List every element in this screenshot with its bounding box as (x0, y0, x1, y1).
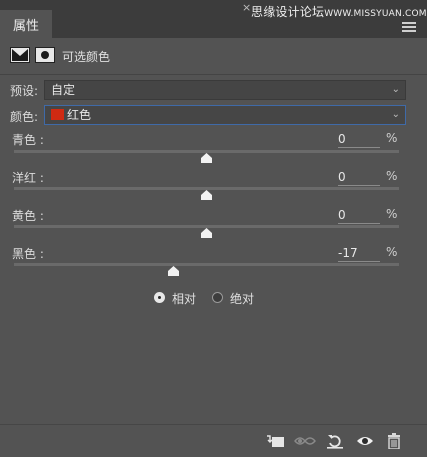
selective-color-adjustment-icon[interactable] (10, 47, 30, 63)
cyan-percent: % (386, 131, 398, 145)
preset-select[interactable]: 自定 ⌄ (44, 80, 406, 100)
panel-titlebar: 属性 × 思缘设计论坛WWW.MISSYUAN.COM (0, 0, 427, 38)
properties-header: 可选颜色 (0, 38, 427, 75)
reset-icon[interactable] (326, 433, 344, 449)
panel-footer (0, 424, 427, 457)
cyan-slider-thumb[interactable] (201, 152, 212, 163)
relative-radio[interactable] (154, 292, 165, 303)
magenta-slider-thumb[interactable] (201, 189, 212, 200)
clip-to-layer-icon[interactable] (266, 433, 284, 449)
yellow-value-input[interactable]: 0 (338, 207, 380, 224)
relative-label[interactable]: 相对 (172, 290, 196, 307)
chevron-down-icon: ⌄ (391, 109, 400, 120)
yellow-percent: % (386, 207, 398, 221)
watermark-site: WWW.MISSYUAN.COM (324, 9, 427, 19)
trash-icon[interactable] (386, 433, 404, 450)
tab-properties[interactable]: 属性 (0, 10, 52, 38)
black-percent: % (386, 245, 398, 259)
layer-mask-icon[interactable] (35, 47, 55, 63)
watermark-main: 思缘设计论坛 (251, 5, 325, 19)
colors-value: 红色 (67, 108, 92, 122)
color-swatch (51, 109, 64, 120)
colors-select[interactable]: 红色 ⌄ (44, 105, 406, 125)
black-value-input[interactable]: -17 (338, 245, 380, 262)
panel-menu-icon[interactable] (402, 22, 416, 32)
magenta-value-input[interactable]: 0 (338, 169, 380, 186)
yellow-slider-thumb[interactable] (201, 227, 212, 238)
colors-label: 颜色: (10, 110, 39, 124)
absolute-radio[interactable] (212, 292, 223, 303)
magenta-percent: % (386, 169, 398, 183)
cyan-value-input[interactable]: 0 (338, 131, 380, 148)
magenta-label: 洋红 : (12, 171, 44, 185)
cyan-label: 青色 : (12, 133, 44, 147)
preset-label: 预设: (10, 84, 39, 98)
chevron-down-icon: ⌄ (391, 84, 400, 95)
method-radio-group: 相对 绝对 (0, 290, 427, 306)
black-label: 黑色 : (12, 247, 44, 261)
preset-value: 自定 (51, 83, 76, 97)
absolute-label[interactable]: 绝对 (230, 290, 254, 307)
yellow-label: 黄色 : (12, 209, 44, 223)
view-previous-state-icon[interactable] (294, 433, 316, 449)
black-slider-track[interactable] (14, 263, 399, 266)
visibility-eye-icon[interactable] (356, 433, 374, 449)
watermark: 思缘设计论坛WWW.MISSYUAN.COM (251, 3, 427, 20)
black-slider-thumb[interactable] (168, 265, 180, 276)
adjustment-title: 可选颜色 (62, 50, 111, 64)
